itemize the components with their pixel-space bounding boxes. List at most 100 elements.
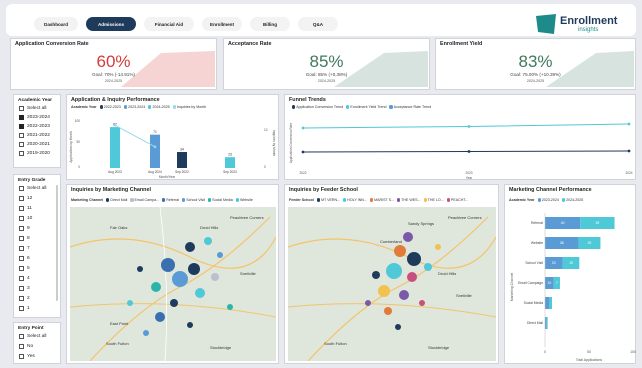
y-tick-label: 50 <box>76 140 80 144</box>
legend-item[interactable]: MARIST S... <box>374 198 394 202</box>
slicer-option[interactable]: Select all <box>19 334 46 339</box>
checkbox[interactable] <box>19 354 24 359</box>
legend-item[interactable]: Email Campa... <box>135 198 160 202</box>
trend-point <box>627 122 631 126</box>
slicer-option[interactable]: 7 <box>19 246 30 251</box>
map-place-label: Peachtree Corners <box>448 215 482 220</box>
map-bubbles: Cumberland Sandy Springs Peachtree Corne… <box>288 215 496 361</box>
checkbox[interactable] <box>19 151 24 156</box>
slicer-option[interactable]: No <box>19 344 33 349</box>
academic-year-slicer: Academic Year Select all 2023-2024 2022-… <box>13 94 61 168</box>
tab-enrollment[interactable]: Enrollment <box>202 17 242 31</box>
slicer-option[interactable]: 2 <box>19 296 30 301</box>
slicer-option[interactable]: 11 <box>19 206 32 211</box>
checkbox[interactable] <box>19 256 24 261</box>
y-tick-label: Direct Mail <box>527 321 543 325</box>
slicer-option-2023-2024[interactable]: 2023-2024 <box>19 115 50 120</box>
kpi-goal: Goal: 75.00% (+10.39%) <box>510 72 561 77</box>
x-tick-label: 2024 <box>625 171 632 175</box>
y-tick-label: Social Media <box>524 301 544 305</box>
trend-point <box>301 150 305 154</box>
tab-admissions[interactable]: Admissions <box>86 17 136 31</box>
slicer-option[interactable]: Yes <box>19 354 35 359</box>
slicer-option[interactable]: 1 <box>19 306 30 311</box>
slicer-option[interactable]: 12 <box>19 196 32 201</box>
map-place-label: Druid Hills <box>438 271 456 276</box>
checkbox[interactable] <box>19 216 24 221</box>
checkbox[interactable] <box>19 106 24 111</box>
tab-dashboard[interactable]: Dashboard <box>34 17 78 31</box>
checkbox[interactable] <box>19 286 24 291</box>
checkbox[interactable] <box>19 296 24 301</box>
slicer-option[interactable]: 5 <box>19 266 30 271</box>
bar <box>110 127 120 168</box>
slicer-option-2019-2020[interactable]: 2019-2020 <box>19 151 50 156</box>
legend-item[interactable]: PEACHT... <box>451 198 468 202</box>
legend-swatch <box>235 198 239 202</box>
legend-swatch <box>343 198 347 202</box>
slicer-option-select-all[interactable]: Select all <box>19 106 46 111</box>
map-place-label: South Fulton <box>324 341 347 346</box>
legend-swatch <box>316 198 320 202</box>
y-tick-label: 100 <box>75 119 81 123</box>
kpi-enrollment-yield: Enrollment Yield 83% Goal: 75.00% (+10.3… <box>435 38 636 90</box>
bar-data-label: 38 <box>560 241 564 245</box>
checkbox[interactable] <box>19 266 24 271</box>
checkbox[interactable] <box>19 133 24 138</box>
kpi-acceptance-rate: Acceptance Rate 85% Goal: 85% (+0.38%) 2… <box>223 38 430 90</box>
checkbox[interactable] <box>19 246 24 251</box>
checkbox[interactable] <box>19 344 24 349</box>
legend-item[interactable]: Referral <box>166 198 179 202</box>
bar-data-label: 23 <box>228 153 232 157</box>
bar <box>150 134 160 168</box>
map-canvas[interactable]: Cumberland Sandy Springs Peachtree Corne… <box>288 207 496 361</box>
bar-data-label: 25 <box>588 241 592 245</box>
trend-point <box>301 126 305 130</box>
slicer-option[interactable]: 6 <box>19 256 30 261</box>
tab-qa[interactable]: Q&A <box>298 17 338 31</box>
checkbox[interactable] <box>19 236 24 241</box>
tab-financial-aid[interactable]: Financial Aid <box>144 17 194 31</box>
legend-item[interactable]: Direct Mail <box>110 198 127 202</box>
checkbox[interactable] <box>19 124 24 129</box>
slicer-option-2020-2021[interactable]: 2020-2021 <box>19 142 50 147</box>
checkbox[interactable] <box>19 186 24 191</box>
legend-swatch <box>182 198 186 202</box>
trend-point <box>467 150 471 153</box>
legend-item[interactable]: THE WES... <box>401 198 420 202</box>
map-canvas[interactable]: Fair Oaks Druid Hills Peachtree Corners … <box>70 207 276 361</box>
legend-item[interactable]: School Visit <box>186 198 205 202</box>
legend-item[interactable]: Social Media <box>212 198 233 202</box>
legend-item[interactable]: Website <box>240 198 253 202</box>
checkbox[interactable] <box>19 306 24 311</box>
kpi-goal: Goal: 85% (+0.38%) <box>305 72 348 77</box>
checkbox[interactable] <box>19 142 24 147</box>
y-tick-label: Email Campaign <box>518 281 543 285</box>
slicer-option-2022-2023[interactable]: 2022-2023 <box>19 124 50 129</box>
slicer-option[interactable]: 9 <box>19 226 30 231</box>
slicer-option[interactable]: 4 <box>19 276 30 281</box>
legend-item[interactable]: HOLY INN... <box>347 198 367 202</box>
legend-item[interactable]: MT VERN... <box>321 198 340 202</box>
bar-data-label: 40 <box>561 221 565 225</box>
slicer-option[interactable]: 8 <box>19 236 30 241</box>
bar-segment <box>546 317 548 329</box>
checkbox[interactable] <box>19 276 24 281</box>
y-axis-title: Application Conversion Rate <box>289 123 293 163</box>
checkbox[interactable] <box>19 334 24 339</box>
slicer-option[interactable]: 10 <box>19 216 32 221</box>
checkbox[interactable] <box>19 115 24 120</box>
legend-item[interactable]: THE LO... <box>428 198 444 202</box>
x-tick-label: Aug 2023 <box>108 170 122 174</box>
kpi-goal: Goal: 70% (-14.91%) <box>92 72 135 77</box>
checkbox[interactable] <box>19 226 24 231</box>
slicer-option-2021-2022[interactable]: 2021-2022 <box>19 133 50 138</box>
legend-swatch <box>130 198 134 202</box>
slicer-option[interactable]: Select all <box>19 186 46 191</box>
tab-billing[interactable]: Billing <box>250 17 290 31</box>
x-axis-title: Year <box>466 176 473 180</box>
checkbox[interactable] <box>19 196 24 201</box>
slicer-scrollbar[interactable] <box>56 185 58 301</box>
slicer-option[interactable]: 3 <box>19 286 30 291</box>
checkbox[interactable] <box>19 206 24 211</box>
